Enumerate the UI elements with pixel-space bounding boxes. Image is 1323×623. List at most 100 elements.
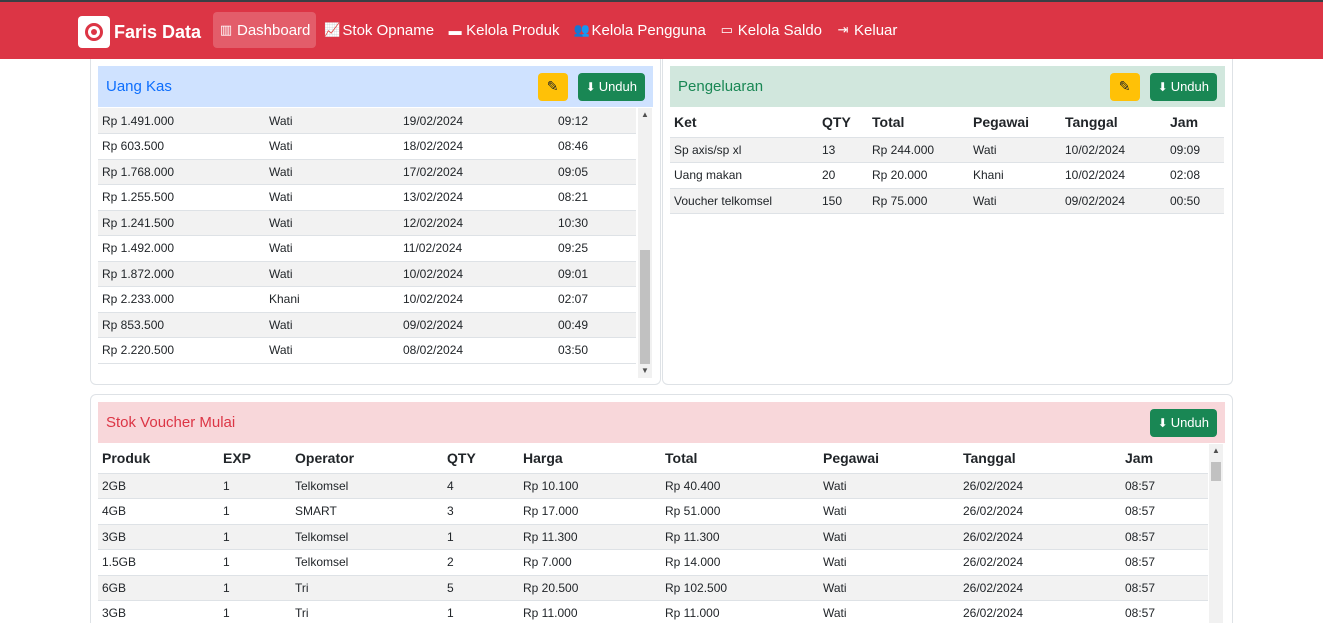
table-cell: 00:50 bbox=[1166, 188, 1224, 214]
cell-date: 11/02/2024 bbox=[399, 235, 554, 262]
pengeluaran-title: Pengeluaran bbox=[678, 78, 764, 95]
nav-item-kelola-produk[interactable]: ▬ Kelola Produk bbox=[442, 12, 565, 48]
table-row: 1.5GB 1 Telkomsel 2 Rp 7.000 Rp 14.000 Wati 26/… bbox=[98, 549, 1208, 576]
table-cell: 26/02/2024 bbox=[959, 498, 1121, 525]
cell-amount: Rp 1.241.500 bbox=[98, 210, 265, 236]
nav-label: Dashboard bbox=[237, 21, 311, 39]
table-cell: Rp 244.000 bbox=[868, 137, 969, 163]
cell-name: Wati bbox=[265, 108, 399, 134]
stok-voucher-table: Produk EXP Operator QTY Harga Total Pegawai Tan… bbox=[98, 444, 1208, 623]
table-cell: 08:57 bbox=[1121, 498, 1208, 525]
table-cell: Wati bbox=[819, 549, 959, 576]
stok-voucher-scrollbar[interactable]: ▲ bbox=[1209, 444, 1223, 623]
table-cell: 09:09 bbox=[1166, 137, 1224, 163]
table-cell: 10/02/2024 bbox=[1061, 137, 1166, 163]
column-header-pegawai: Pegawai bbox=[969, 108, 1061, 138]
faris-logo-icon bbox=[78, 16, 110, 48]
table-cell: 1.5GB bbox=[98, 549, 219, 576]
download-button[interactable]: ⬇ Unduh bbox=[1149, 408, 1217, 437]
table-row: Rp 1.491.000 Wati 19/02/2024 09:12 bbox=[98, 108, 636, 134]
table-cell: Rp 11.000 bbox=[661, 600, 819, 623]
table-row: 4GB 1 SMART 3 Rp 17.000 Rp 51.000 Wati 26/02/20… bbox=[98, 498, 1208, 525]
column-header-tanggal: Tanggal bbox=[1061, 108, 1166, 138]
download-button[interactable]: ⬇ Unduh bbox=[577, 72, 645, 101]
cell-amount: Rp 603.500 bbox=[98, 133, 265, 160]
table-cell: Wati bbox=[969, 137, 1061, 163]
cell-amount: Rp 1.255.500 bbox=[98, 184, 265, 211]
table-cell: Tri bbox=[291, 575, 443, 601]
cell-time: 10:30 bbox=[554, 210, 636, 236]
edit-button[interactable]: ✎ bbox=[1109, 72, 1140, 101]
download-icon: ⬇ bbox=[1157, 79, 1168, 94]
nav-item-kelola-saldo[interactable]: ▭ Kelola Saldo bbox=[714, 12, 828, 48]
cell-date: 13/02/2024 bbox=[399, 184, 554, 211]
table-cell: 5 bbox=[443, 575, 519, 601]
nav-label: Kelola Saldo bbox=[737, 21, 823, 39]
table-row: Rp 1.241.500 Wati 12/02/2024 10:30 bbox=[98, 210, 636, 236]
cell-date: 09/02/2024 bbox=[399, 312, 554, 338]
nav-item-keluar[interactable]: ⇥ Keluar bbox=[830, 12, 903, 48]
table-cell: Telkomsel bbox=[291, 524, 443, 550]
table-cell: Rp 20.000 bbox=[868, 162, 969, 189]
table-cell: Rp 10.100 bbox=[519, 473, 661, 499]
download-icon: ⬇ bbox=[1157, 415, 1168, 430]
cell-date: 10/02/2024 bbox=[399, 261, 554, 287]
table-cell: 26/02/2024 bbox=[959, 575, 1121, 601]
uang-kas-header: Uang Kas ✎ ⬇ Unduh bbox=[98, 66, 653, 107]
scroll-down-icon[interactable]: ▼ bbox=[638, 364, 652, 378]
table-cell: Wati bbox=[819, 600, 959, 623]
cell-amount: Rp 2.220.500 bbox=[98, 337, 265, 364]
table-cell: Rp 11.300 bbox=[519, 524, 661, 550]
scrollbar-thumb[interactable] bbox=[640, 250, 650, 364]
table-cell: 26/02/2024 bbox=[959, 473, 1121, 499]
nav-item-stok-opname[interactable]: 📈 Stok Opname bbox=[318, 12, 440, 48]
scroll-up-icon[interactable]: ▲ bbox=[1209, 444, 1223, 458]
column-header-jam: Jam bbox=[1121, 444, 1208, 474]
table-cell: 3GB bbox=[98, 524, 219, 550]
cell-amount: Rp 1.492.000 bbox=[98, 235, 265, 262]
table-cell: Rp 11.300 bbox=[661, 524, 819, 550]
pengeluaran-card: Pengeluaran ✎ ⬇ Unduh Ket QTY Total Pegawai… bbox=[662, 59, 1233, 385]
table-cell: Wati bbox=[969, 188, 1061, 214]
nav-item-kelola-pengguna[interactable]: 👥 Kelola Pengguna bbox=[568, 12, 712, 48]
table-row: 3GB 1 Tri 1 Rp 11.000 Rp 11.000 Wati 26/02/2024… bbox=[98, 600, 1208, 623]
table-cell: 1 bbox=[443, 600, 519, 623]
table-cell: 02:08 bbox=[1166, 162, 1224, 189]
column-header-pegawai: Pegawai bbox=[819, 444, 959, 474]
cell-time: 00:49 bbox=[554, 312, 636, 338]
dashboard-icon: ▥ bbox=[219, 22, 233, 37]
table-cell: SMART bbox=[291, 498, 443, 525]
table-cell: 150 bbox=[818, 188, 868, 214]
column-header-jam: Jam bbox=[1166, 108, 1224, 138]
table-row: 6GB 1 Tri 5 Rp 20.500 Rp 102.500 Wati 26/02/202… bbox=[98, 575, 1208, 601]
brand[interactable]: Faris Data bbox=[78, 16, 201, 48]
column-header-tanggal: Tanggal bbox=[959, 444, 1121, 474]
table-cell: Uang makan bbox=[670, 162, 818, 189]
table-cell: 1 bbox=[219, 549, 291, 576]
nav-item-dashboard[interactable]: ▥ Dashboard bbox=[213, 12, 317, 48]
scrollbar-thumb[interactable] bbox=[1211, 462, 1221, 481]
table-row: Rp 2.233.000 Khani 10/02/2024 02:07 bbox=[98, 286, 636, 313]
uang-kas-table-wrap[interactable]: Rp 1.491.000 Wati 19/02/2024 09:12 Rp 603.50… bbox=[98, 108, 638, 378]
download-button[interactable]: ⬇ Unduh bbox=[1149, 72, 1217, 101]
table-cell: 26/02/2024 bbox=[959, 600, 1121, 623]
stok-voucher-header: Stok Voucher Mulai ⬇ Unduh bbox=[98, 402, 1225, 443]
table-row: 3GB 1 Telkomsel 1 Rp 11.300 Rp 11.300 Wati 26/0… bbox=[98, 524, 1208, 550]
edit-button[interactable]: ✎ bbox=[537, 72, 568, 101]
table-cell: 3 bbox=[443, 498, 519, 525]
table-cell: Rp 14.000 bbox=[661, 549, 819, 576]
uang-kas-scrollbar[interactable]: ▲ ▼ bbox=[638, 108, 652, 378]
download-label: Unduh bbox=[598, 79, 637, 94]
wallet-icon: ▭ bbox=[720, 22, 733, 37]
table-row: Voucher telkomsel 150 Rp 75.000 Wati 09/02/2… bbox=[670, 188, 1224, 214]
nav-label: Kelola Produk bbox=[466, 21, 560, 39]
table-cell: 4GB bbox=[98, 498, 219, 525]
table-cell: Wati bbox=[819, 524, 959, 550]
scroll-up-icon[interactable]: ▲ bbox=[638, 108, 652, 122]
uang-kas-table: Rp 1.491.000 Wati 19/02/2024 09:12 Rp 603.50… bbox=[98, 108, 636, 364]
navbar: Faris Data ▥ Dashboard 📈 Stok Opname ▬ Kelola… bbox=[0, 2, 1323, 59]
chart-icon: 📈 bbox=[324, 22, 341, 37]
table-cell: 4 bbox=[443, 473, 519, 499]
cell-name: Khani bbox=[265, 286, 399, 313]
table-cell: Rp 51.000 bbox=[661, 498, 819, 525]
